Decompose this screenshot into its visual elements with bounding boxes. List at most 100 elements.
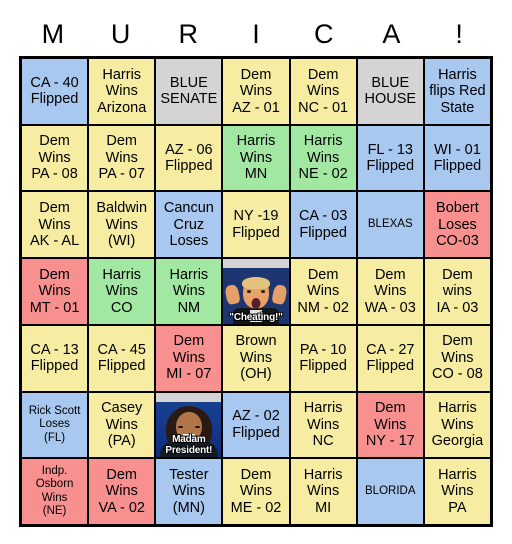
bingo-cell-label: Harris Wins NE - 02 <box>298 133 348 183</box>
bingo-cell-1-5-fl-13[interactable]: FL - 13 Flipped <box>356 124 424 192</box>
bingo-cell-0-2-blue[interactable]: BLUE SENATE <box>155 58 223 125</box>
bingo-cell-label: Harris Wins Georgia <box>431 400 484 450</box>
bingo-cell-2-2-cancun[interactable]: Cancun Cruz Loses <box>155 191 223 259</box>
bingo-cell-5-0-rick-scott[interactable]: Rick Scott Loses (FL) <box>21 391 89 459</box>
bingo-cell-label: FL - 13 Flipped <box>366 141 415 175</box>
bingo-cell-label: Dem Wins PA - 08 <box>31 133 78 183</box>
bingo-cell-5-4-harris[interactable]: Harris Wins NC <box>289 391 357 459</box>
bingo-cell-label: BLUE SENATE <box>160 74 218 108</box>
bingo-cell-label: Dem Wins MT - 01 <box>29 266 80 316</box>
trump-eye-left <box>246 290 251 293</box>
bingo-cell-label: CA - 13 Flipped <box>30 341 79 375</box>
bingo-grid: CA - 40 Flipped Harris Wins Arizona BLUE S… <box>19 56 493 527</box>
bingo-cell-4-2-dem[interactable]: Dem Wins MI - 07 <box>155 324 223 392</box>
bingo-cell-image-trump-cheating[interactable]: "Cheating!" <box>222 258 290 325</box>
bingo-cell-label: WI - 01 Flipped <box>433 141 482 175</box>
bingo-cell-0-5-blue[interactable]: BLUE HOUSE <box>356 58 424 125</box>
bingo-cell-0-4-dem[interactable]: Dem Wins NC - 01 <box>289 58 357 125</box>
bingo-cell-2-1-baldwin[interactable]: Baldwin Wins (WI) <box>88 191 156 259</box>
bingo-cell-4-6-dem[interactable]: Dem Wins CO - 08 <box>423 324 491 392</box>
bingo-header-letter-5: A <box>382 19 401 49</box>
bingo-cell-label: BLUE HOUSE <box>364 74 417 108</box>
bingo-cell-5-3-az-02[interactable]: AZ - 02 Flipped <box>222 391 290 459</box>
bingo-card: M U R I C A! CA - 40 Flipped Harris Wins Arizo… <box>0 0 512 544</box>
bingo-cell-label: Dem Wins CO - 08 <box>432 333 483 383</box>
bingo-cell-0-0-ca-40[interactable]: CA - 40 Flipped <box>21 58 89 125</box>
trump-eye-right <box>261 290 266 293</box>
bingo-cell-4-0-ca-13[interactable]: CA - 13 Flipped <box>21 324 89 392</box>
bingo-cell-1-2-az-06[interactable]: AZ - 06 Flipped <box>155 124 223 192</box>
bingo-cell-label: Baldwin Wins (WI) <box>96 200 148 250</box>
bingo-cell-label: Dem Wins NC - 01 <box>298 66 349 116</box>
bingo-cell-3-6-dem[interactable]: Dem wins IA - 03 <box>423 258 491 325</box>
bingo-cell-label: Brown Wins (OH) <box>235 333 277 383</box>
bingo-cell-6-3-dem[interactable]: Dem Wins ME - 02 <box>222 458 290 525</box>
bingo-cell-6-5-blorida[interactable]: BLORIDA <box>356 458 424 525</box>
bingo-cell-1-1-dem[interactable]: Dem Wins PA - 07 <box>88 124 156 192</box>
bingo-cell-label: CA - 27 Flipped <box>366 341 415 375</box>
bingo-cell-1-3-harris[interactable]: Harris Wins MN <box>222 124 290 192</box>
bingo-cell-2-6-bobert[interactable]: Bobert Loses CO-03 <box>423 191 491 259</box>
bingo-cell-4-3-brown[interactable]: Brown Wins (OH) <box>222 324 290 392</box>
bingo-cell-label: Harris Wins Arizona <box>97 66 147 116</box>
bingo-cell-1-4-harris[interactable]: Harris Wins NE - 02 <box>289 124 357 192</box>
trump-cheating-caption: "Cheating!" <box>229 311 283 323</box>
bingo-cell-1-6-wi-01[interactable]: WI - 01 Flipped <box>423 124 491 192</box>
bingo-cell-4-4-pa-10[interactable]: PA - 10 Flipped <box>289 324 357 392</box>
bingo-cell-5-5-dem[interactable]: Dem Wins NY - 17 <box>356 391 424 459</box>
bingo-cell-6-1-dem[interactable]: Dem Wins VA - 02 <box>88 458 156 525</box>
bingo-cell-label: BLORIDA <box>365 484 416 497</box>
bingo-cell-6-4-harris[interactable]: Harris Wins MI <box>289 458 357 525</box>
bingo-cell-label: Harris Wins PA <box>438 466 477 516</box>
bingo-cell-image-kamala-madam-president[interactable]: Madam President! <box>155 391 223 459</box>
bingo-cell-2-5-blexas[interactable]: BLEXAS <box>356 191 424 259</box>
bingo-cell-label: Harris flips Red State <box>429 66 486 116</box>
bingo-cell-2-4-ca-03[interactable]: CA - 03 Flipped <box>289 191 357 259</box>
bingo-cell-3-4-dem[interactable]: Dem Wins NM - 02 <box>289 258 357 325</box>
bingo-cell-label: NY -19 Flipped <box>232 208 280 241</box>
bingo-cell-5-6-harris[interactable]: Harris Wins Georgia <box>423 391 491 459</box>
kamala-madam-president-image: Madam President! <box>156 392 222 458</box>
bingo-cell-1-0-dem[interactable]: Dem Wins PA - 08 <box>21 124 89 192</box>
bingo-cell-label: BLEXAS <box>367 218 413 231</box>
bingo-cell-0-6-harris[interactable]: Harris flips Red State <box>423 58 491 125</box>
bingo-cell-label: Cancun Cruz Loses <box>163 200 214 250</box>
bingo-cell-5-1-casey[interactable]: Casey Wins (PA) <box>88 391 156 459</box>
bingo-cell-3-0-dem[interactable]: Dem Wins MT - 01 <box>21 258 89 325</box>
bingo-cell-4-1-ca-45[interactable]: CA - 45 Flipped <box>88 324 156 392</box>
bingo-cell-label: Casey Wins (PA) <box>101 400 143 450</box>
bingo-cell-label: CA - 40 Flipped <box>30 74 79 108</box>
bingo-cell-4-5-ca-27[interactable]: CA - 27 Flipped <box>356 324 424 392</box>
bingo-header-letter-6: ! <box>455 19 463 49</box>
bingo-header-row: M U R I C A! <box>19 13 493 55</box>
bingo-cell-label: Dem Wins AZ - 01 <box>232 66 280 116</box>
trump-hair <box>241 276 270 289</box>
bingo-cell-3-5-dem[interactable]: Dem Wins WA - 03 <box>356 258 424 325</box>
bingo-header-letter-2: R <box>178 19 199 49</box>
bingo-cell-2-0-dem[interactable]: Dem Wins AK - AL <box>21 191 89 259</box>
bingo-cell-label: Harris Wins MN <box>236 133 276 183</box>
bingo-cell-6-0-indp-[interactable]: Indp. Osborn Wins (NE) <box>21 458 89 525</box>
bingo-cell-6-6-harris[interactable]: Harris Wins PA <box>423 458 491 525</box>
bingo-cell-3-1-harris[interactable]: Harris Wins CO <box>88 258 156 325</box>
bingo-cell-label: Harris Wins NC <box>303 400 343 450</box>
bingo-cell-label: Dem Wins WA - 03 <box>364 266 416 316</box>
kamala-eye-left <box>177 425 183 429</box>
bingo-cell-0-3-dem[interactable]: Dem Wins AZ - 01 <box>222 58 290 125</box>
bingo-cell-label: Harris Wins MI <box>303 466 343 516</box>
bingo-cell-0-1-harris[interactable]: Harris Wins Arizona <box>88 58 156 125</box>
bingo-cell-label: Dem Wins AK - AL <box>29 200 80 250</box>
bingo-cell-label: Tester Wins (MN) <box>169 466 209 516</box>
bingo-cell-label: Dem Wins VA - 02 <box>98 466 145 516</box>
bingo-header-letter-0: M <box>41 19 65 49</box>
bingo-cell-label: Dem Wins ME - 02 <box>230 466 282 516</box>
bingo-cell-label: Dem Wins MI - 07 <box>166 333 212 383</box>
bingo-cell-label: CA - 45 Flipped <box>97 341 146 375</box>
bingo-cell-label: Bobert Loses CO-03 <box>436 200 479 250</box>
bingo-cell-6-2-tester[interactable]: Tester Wins (MN) <box>155 458 223 525</box>
bingo-header-letter-3: I <box>252 19 260 49</box>
bingo-cell-label: Dem Wins NY - 17 <box>365 400 415 450</box>
bingo-cell-3-2-harris[interactable]: Harris Wins NM <box>155 258 223 325</box>
bingo-cell-label: Harris Wins NM <box>169 266 209 316</box>
bingo-cell-2-3-ny-19[interactable]: NY -19 Flipped <box>222 191 290 259</box>
